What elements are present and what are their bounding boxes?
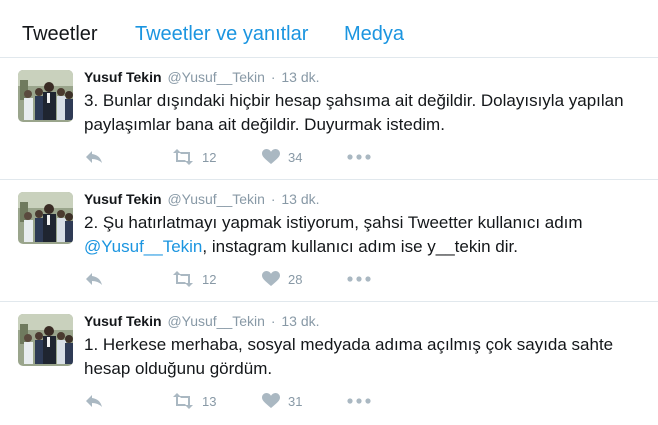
retweet-button[interactable]: 12 [172,269,216,289]
more-button[interactable] [347,269,371,289]
tweet-fullname[interactable]: Yusuf Tekin [84,69,162,85]
retweet-count: 12 [202,271,217,287]
reply-button[interactable] [84,391,104,411]
more-dots-icon [347,398,371,404]
tweet-fullname[interactable]: Yusuf Tekin [84,191,162,207]
reply-icon [86,151,102,163]
retweet-count: 13 [202,393,217,409]
more-button[interactable] [347,147,371,167]
like-count: 28 [288,271,303,287]
retweet-count: 12 [202,149,217,165]
tweet-text-tail: , instagram kullanıcı adım ise y__tekin … [202,237,518,256]
avatar-photo [18,192,73,244]
tweet-timestamp[interactable]: 13 dk. [281,191,319,207]
time-separator: · [270,313,276,329]
tab-tweets[interactable]: Tweetler [22,22,98,46]
more-button[interactable] [347,391,371,411]
time-separator: · [270,69,276,85]
heart-icon [262,393,280,408]
tweet-header: Yusuf Tekin @Yusuf__Tekin · 13 dk. [84,68,320,86]
profile-tabs: Tweetler Tweetler ve yanıtlar Medya [0,0,658,58]
like-button[interactable]: 28 [262,269,302,289]
tweet-actions: 12 34 [84,147,384,167]
avatar-photo [18,314,73,366]
retweet-icon [173,393,193,409]
avatar[interactable] [18,314,73,366]
tweet-username[interactable]: @Yusuf__Tekin [167,313,265,329]
like-button[interactable]: 31 [262,391,302,411]
tweet-item[interactable]: Yusuf Tekin @Yusuf__Tekin · 13 dk. 2. Şu… [0,180,658,302]
time-separator: · [270,191,276,207]
retweet-button[interactable]: 12 [172,147,216,167]
avatar[interactable] [18,70,73,122]
tweet-header: Yusuf Tekin @Yusuf__Tekin · 13 dk. [84,190,320,208]
tweet-actions: 12 28 [84,269,384,289]
reply-icon [86,273,102,285]
heart-icon [262,149,280,164]
tweet-fullname[interactable]: Yusuf Tekin [84,313,162,329]
tweet-actions: 13 31 [84,391,384,411]
tweet-text-body: 2. Şu hatırlatmayı yapmak istiyorum, şah… [84,213,583,232]
like-count: 31 [288,393,303,409]
more-dots-icon [347,154,371,160]
retweet-icon [173,271,193,287]
avatar-photo [18,70,73,122]
tweet-item[interactable]: Yusuf Tekin @Yusuf__Tekin · 13 dk. 3. Bu… [0,58,658,180]
tweet-item[interactable]: Yusuf Tekin @Yusuf__Tekin · 13 dk. 1. He… [0,302,658,424]
tweet-header: Yusuf Tekin @Yusuf__Tekin · 13 dk. [84,312,320,330]
tweet-text-body: 1. Herkese merhaba, sosyal medyada adıma… [84,335,614,378]
reply-button[interactable] [84,269,104,289]
tweet-text: 2. Şu hatırlatmayı yapmak istiyorum, şah… [84,211,644,259]
tweet-text: 3. Bunlar dışındaki hiçbir hesap şahsıma… [84,89,644,137]
tab-media[interactable]: Medya [344,22,404,46]
like-count: 34 [288,149,303,165]
more-dots-icon [347,276,371,282]
tweet-text: 1. Herkese merhaba, sosyal medyada adıma… [84,333,644,381]
avatar[interactable] [18,192,73,244]
tab-tweets-and-replies[interactable]: Tweetler ve yanıtlar [135,22,308,46]
retweet-icon [173,149,193,165]
reply-icon [86,395,102,407]
reply-button[interactable] [84,147,104,167]
heart-icon [262,271,280,286]
tweet-timestamp[interactable]: 13 dk. [281,69,319,85]
tweet-feed: Yusuf Tekin @Yusuf__Tekin · 13 dk. 3. Bu… [0,58,658,424]
like-button[interactable]: 34 [262,147,302,167]
tweet-username[interactable]: @Yusuf__Tekin [167,191,265,207]
tweet-text-body: 3. Bunlar dışındaki hiçbir hesap şahsıma… [84,91,624,134]
tweet-timestamp[interactable]: 13 dk. [281,313,319,329]
mention-link[interactable]: @Yusuf__Tekin [84,237,202,256]
retweet-button[interactable]: 13 [172,391,216,411]
tweet-username[interactable]: @Yusuf__Tekin [167,69,265,85]
